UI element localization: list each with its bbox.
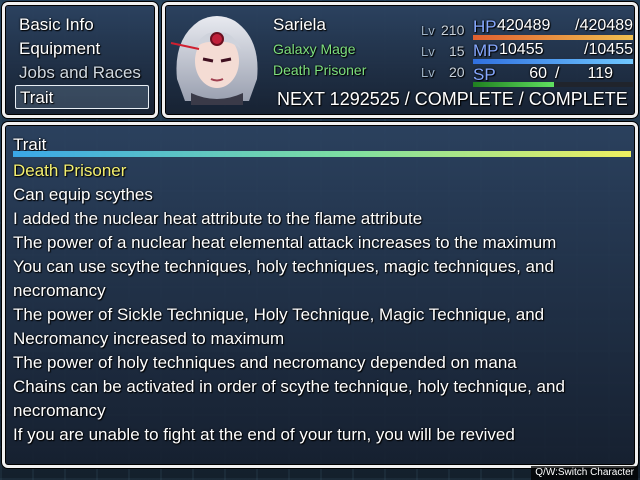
trait-line: Chains can be activated in order of scyt… [13,377,565,396]
level-label: Lv [421,23,435,38]
hp-max-value: 420489 [579,17,633,34]
class-secondary: Death Prisoner [273,62,367,78]
class-primary-level-label: Lv [421,44,435,59]
trait-line: The power of Sickle Technique, Holy Tech… [13,305,545,324]
sp-gauge [473,82,633,87]
switch-character-hint: Q/W:Switch Character [531,466,638,480]
menu-basic-info[interactable]: Basic Info [15,13,149,37]
status-window: Sariela Galaxy Mage Death Prisoner Lv 21… [162,2,638,118]
sp-divider: / [555,65,560,82]
hp-label: HP [473,17,497,36]
mp-label: MP [473,41,499,60]
menu-equipment[interactable]: Equipment [15,37,149,61]
sp-max: 119 [587,65,613,82]
class-secondary-level: 20 [449,64,465,80]
trait-line: Necromancy increased to maximum [13,329,285,348]
trait-line: If you are unable to fight at the end of… [13,425,515,444]
trait-line: necromancy [13,281,106,300]
trait-line: The power of holy techniques and necroma… [13,353,517,372]
mp-max-value: 10455 [588,41,634,58]
hp-max: /420489 [575,17,633,34]
trait-line: You can use scythe techniques, holy tech… [13,257,554,276]
trait-line: I added the nuclear heat attribute to th… [13,209,423,228]
menu-trait[interactable]: Trait [15,85,149,109]
character-portrait [170,16,258,105]
mp-max: /10455 [584,41,634,58]
trait-divider [13,151,631,157]
actor-name: Sariela [273,15,326,34]
next-exp-text: NEXT 1292525 / COMPLETE / COMPLETE [277,89,628,109]
class-secondary-level-label: Lv [421,65,435,80]
class-primary-level: 15 [449,43,465,59]
trait-line: The power of a nuclear heat elemental at… [13,233,557,252]
level-value: 210 [441,22,465,38]
class-primary: Galaxy Mage [273,41,356,57]
trait-line: necromancy [13,401,106,420]
trait-line: Can equip scythes [13,185,153,204]
hp-gauge [473,35,633,40]
sp-value: 60 [529,65,547,82]
trait-name: Death Prisoner [13,161,127,180]
mp-gauge [473,59,633,64]
menu-jobs-and-races[interactable]: Jobs and Races [15,61,149,85]
trait-window: Trait Death Prisoner Can equip scythes I… [2,122,638,468]
command-window: Basic Info Equipment Jobs and Races Trai… [2,2,158,118]
